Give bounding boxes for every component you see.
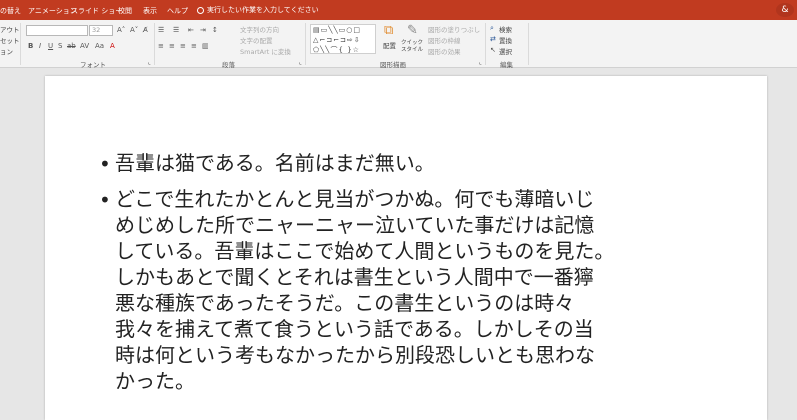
italic-icon[interactable]: I bbox=[39, 42, 41, 50]
decrease-indent-icon[interactable]: ⇤ bbox=[188, 26, 194, 34]
align-center-icon[interactable]: ≡ bbox=[169, 42, 175, 50]
replace-icon[interactable]: ⇄ bbox=[490, 35, 496, 43]
clear-format-icon[interactable]: A̸ bbox=[143, 26, 148, 34]
bullet-marker: • bbox=[99, 188, 111, 212]
bold-icon[interactable]: B bbox=[28, 42, 33, 50]
slide-canvas[interactable]: • 吾輩は猫である。名前はまだ無い。 • どこで生れたかとんと見当がつかぬ。何で… bbox=[45, 76, 767, 420]
font-name-dropdown[interactable] bbox=[26, 25, 88, 36]
tell-me-text: 実行したい作業を入力してください bbox=[207, 6, 319, 14]
strikethrough-icon[interactable]: ab bbox=[67, 42, 76, 50]
tab-help[interactable]: ヘルプ bbox=[167, 6, 188, 16]
line-spacing-icon[interactable]: ↕ bbox=[212, 26, 218, 34]
font-group-label: フォント bbox=[80, 61, 106, 69]
bullet2-line: 悪な種族であったそうだ。この書生というのは時々 bbox=[115, 291, 575, 315]
group-divider bbox=[485, 23, 486, 65]
vertical-scrollbar[interactable] bbox=[787, 68, 797, 420]
bullets-icon[interactable]: ☰ bbox=[158, 26, 164, 34]
editing-group-label: 編集 bbox=[500, 61, 513, 69]
shadow-icon[interactable]: S bbox=[58, 42, 62, 50]
lightbulb-icon bbox=[197, 6, 204, 14]
bullet2-line: 我々を捕えて煮て食うという話である。しかしその当 bbox=[115, 317, 594, 341]
layout-button[interactable]: アウト bbox=[0, 24, 20, 34]
grow-font-icon[interactable]: A˄ bbox=[117, 26, 125, 34]
arrange-button[interactable]: 配置 bbox=[383, 40, 396, 50]
justify-icon[interactable]: ≡ bbox=[191, 42, 197, 50]
bullet2-line: しかもあとで聞くとそれは書生という人間中で一番獰 bbox=[115, 265, 594, 289]
reset-button[interactable]: セット bbox=[0, 35, 20, 45]
quick-styles-icon[interactable]: ✎ bbox=[407, 24, 418, 38]
drawing-group-label: 図形描画 bbox=[380, 61, 406, 69]
shape-outline-button[interactable]: 図形の枠線 bbox=[428, 35, 461, 45]
tab-transitions[interactable]: の替え bbox=[0, 6, 21, 16]
user-account-icon[interactable]: & bbox=[776, 3, 794, 17]
section-button[interactable]: ョン bbox=[0, 46, 13, 56]
tab-animations[interactable]: アニメーション bbox=[28, 6, 77, 16]
ribbon: アウト セット ョン 32 A˄ A˅ A̸ B I U S ab AV Aa … bbox=[0, 20, 797, 69]
bullet1-line: 吾輩は猫である。名前はまだ無い。 bbox=[115, 151, 435, 175]
convert-smartart-button[interactable]: SmartArt に変換 bbox=[240, 46, 291, 56]
bullet2-line: 時は何という考もなかったから別段恐しいとも思わな bbox=[115, 343, 595, 367]
paragraph-dialog-launcher-icon[interactable]: ⌞ bbox=[299, 59, 302, 66]
shape-effects-button[interactable]: 図形の効果 bbox=[428, 46, 461, 56]
shapes-gallery[interactable]: ▤▭╲╲▭○□ △⌐⊐⌐⊐⇨⇩ ⬠╲╲⌒{ }☆ bbox=[310, 24, 376, 54]
numbering-icon[interactable]: ☰ bbox=[173, 26, 179, 34]
align-right-icon[interactable]: ≡ bbox=[180, 42, 186, 50]
change-case-icon[interactable]: Aa bbox=[95, 42, 104, 50]
ribbon-tab-bar: の替え アニメーション スライド ショー 校閲 表示 ヘルプ 実行したい作業を入… bbox=[0, 0, 797, 20]
find-button[interactable]: 検索 bbox=[499, 24, 512, 34]
char-spacing-icon[interactable]: AV bbox=[80, 42, 89, 50]
shrink-font-icon[interactable]: A˅ bbox=[130, 26, 138, 34]
select-icon[interactable]: ↖ bbox=[490, 46, 496, 54]
align-left-icon[interactable]: ≡ bbox=[158, 42, 164, 50]
bullet2-line: かった。 bbox=[115, 369, 195, 393]
bullet2-line: どこで生れたかとんと見当がつかぬ。何でも薄暗いじ bbox=[115, 187, 595, 211]
tab-review[interactable]: 校閲 bbox=[118, 6, 132, 16]
align-text-button[interactable]: 文字の配置 bbox=[240, 35, 273, 45]
font-size-dropdown[interactable]: 32 bbox=[89, 25, 113, 36]
paragraph-group-label: 段落 bbox=[222, 61, 235, 69]
group-divider bbox=[528, 23, 529, 65]
tell-me-box[interactable]: 実行したい作業を入力してください bbox=[197, 5, 319, 15]
arrange-icon[interactable]: ⧉ bbox=[384, 24, 393, 38]
replace-button[interactable]: 置換 bbox=[499, 35, 512, 45]
tab-slideshow[interactable]: スライド ショー bbox=[71, 6, 122, 16]
drawing-dialog-launcher-icon[interactable]: ⌞ bbox=[479, 59, 482, 66]
group-divider bbox=[154, 23, 155, 65]
find-icon[interactable]: ⌕ bbox=[490, 24, 494, 32]
text-direction-button[interactable]: 文字列の方向 bbox=[240, 24, 279, 34]
quick-styles-button[interactable]: クイック スタイル bbox=[401, 40, 425, 54]
bullet2-line: めじめした所でニャーニャー泣いていた事だけは記憶 bbox=[115, 213, 595, 237]
font-color-icon[interactable]: A bbox=[110, 42, 115, 50]
group-divider bbox=[305, 23, 306, 65]
shape-fill-button[interactable]: 図形の塗りつぶし bbox=[428, 24, 480, 34]
select-button[interactable]: 選択 bbox=[499, 46, 512, 56]
font-dialog-launcher-icon[interactable]: ⌞ bbox=[148, 59, 151, 66]
bullet-marker: • bbox=[99, 152, 111, 176]
bullet2-line: している。吾輩はここで始めて人間というものを見た。 bbox=[115, 239, 615, 263]
tab-view[interactable]: 表示 bbox=[143, 6, 157, 16]
underline-icon[interactable]: U bbox=[48, 42, 53, 50]
group-divider bbox=[20, 23, 21, 65]
columns-icon[interactable]: ▥ bbox=[202, 42, 209, 50]
increase-indent-icon[interactable]: ⇥ bbox=[200, 26, 206, 34]
